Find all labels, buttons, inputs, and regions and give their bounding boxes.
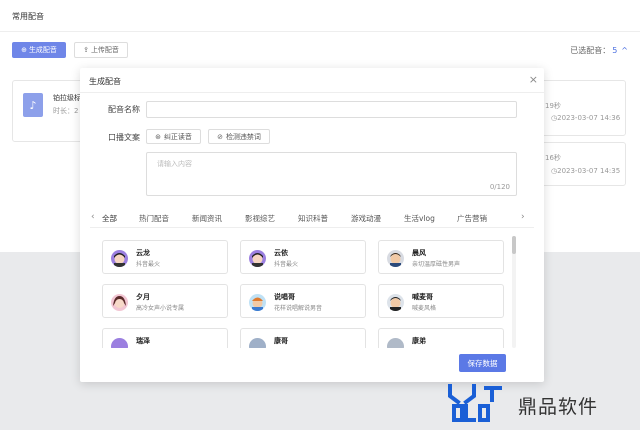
voice-card-kangge[interactable]: 康哥 bbox=[240, 328, 366, 348]
tab-variety[interactable]: 影视综艺 bbox=[245, 213, 275, 224]
tab-hot[interactable]: 热门配音 bbox=[139, 213, 169, 224]
voice-grid: 云龙 抖音最火 云依 抖音最火 晨风 亲切温厚磁性男声 夕月 高冷女声小说专属 … bbox=[102, 236, 514, 348]
voice-desc: 抖音最火 bbox=[136, 261, 161, 268]
pronunciation-icon: ⊛ bbox=[155, 132, 161, 141]
voice-grid-scrollbar[interactable] bbox=[512, 236, 516, 348]
voice-file-seconds: 19秒 bbox=[545, 102, 561, 110]
brand-logo-icon bbox=[448, 384, 502, 422]
voice-card-yunyi[interactable]: 云依 抖音最火 bbox=[240, 240, 366, 274]
plus-circle-icon: ⊕ bbox=[21, 46, 27, 54]
save-data-button[interactable]: 保存数据 bbox=[459, 354, 506, 372]
watermark: 鼎品软件 bbox=[444, 382, 640, 426]
voice-file-name: 铂拉级标 bbox=[53, 94, 81, 102]
selected-count: 已选配音： 5 ^ bbox=[570, 45, 628, 56]
voice-category-tabs: ‹ 全部 热门配音 新闻资讯 影视综艺 知识科普 游戏动漫 生活vlog 广告营… bbox=[90, 208, 534, 228]
voice-card-xiyue[interactable]: 夕月 高冷女声小说专属 bbox=[102, 284, 228, 318]
upload-voice-button[interactable]: ⇪ 上传配音 bbox=[74, 42, 128, 58]
script-label: 口播文案 bbox=[108, 133, 140, 142]
correct-pronunciation-label: 纠正读音 bbox=[163, 132, 192, 141]
chevron-up-icon[interactable]: ^ bbox=[621, 46, 628, 55]
voice-name-input[interactable] bbox=[146, 101, 517, 118]
voice-name: 云龙 bbox=[136, 249, 150, 257]
voice-desc: 抖音最火 bbox=[274, 261, 299, 268]
voice-name: 喊麦哥 bbox=[412, 293, 433, 301]
voice-desc: 高冷女声小说专属 bbox=[136, 305, 185, 312]
avatar-icon bbox=[111, 294, 128, 311]
voice-file-seconds: 16秒 bbox=[545, 154, 561, 162]
voice-card-kangdi[interactable]: 康弟 bbox=[378, 328, 504, 348]
chevron-right-icon[interactable]: › bbox=[521, 212, 525, 222]
avatar-icon bbox=[387, 294, 404, 311]
tab-all[interactable]: 全部 bbox=[102, 213, 117, 224]
voice-name: 夕月 bbox=[136, 293, 150, 301]
voice-file-date: ◷2023-03-07 14:36 bbox=[551, 114, 621, 122]
music-file-icon: ♪ bbox=[23, 93, 43, 117]
voice-desc: 喊麦风格 bbox=[412, 305, 437, 312]
voice-desc: 花样说唱解说男音 bbox=[274, 305, 323, 312]
avatar-icon bbox=[249, 338, 266, 348]
voice-name: 康哥 bbox=[274, 337, 288, 345]
voice-card-ruize[interactable]: 瑞泽 bbox=[102, 328, 228, 348]
avatar-icon bbox=[249, 250, 266, 267]
page-divider bbox=[0, 31, 640, 32]
voice-card-shuochang[interactable]: 说唱哥 花样说唱解说男音 bbox=[240, 284, 366, 318]
dialog-divider bbox=[80, 92, 544, 93]
scrollbar-thumb[interactable] bbox=[512, 236, 516, 254]
watermark-text: 鼎品软件 bbox=[518, 396, 599, 418]
selected-label: 已选配音： bbox=[570, 46, 611, 55]
tab-news[interactable]: 新闻资讯 bbox=[192, 213, 222, 224]
script-textarea[interactable]: 请输入内容 0/120 bbox=[146, 152, 517, 196]
voice-name: 晨风 bbox=[412, 249, 426, 257]
detect-banned-words-label: 检测违禁词 bbox=[225, 132, 261, 141]
voice-file-duration: 时长：2 bbox=[53, 107, 79, 115]
upload-icon: ⇪ bbox=[83, 46, 89, 54]
correct-pronunciation-button[interactable]: ⊛ 纠正读音 bbox=[146, 129, 201, 144]
voice-file-date: ◷2023-03-07 14:35 bbox=[551, 167, 621, 175]
selected-number: 5 bbox=[612, 46, 618, 55]
generate-voice-button[interactable]: ⊕ 生成配音 bbox=[12, 42, 66, 58]
generate-voice-label: 生成配音 bbox=[28, 46, 57, 54]
page-title: 常用配音 bbox=[12, 12, 44, 21]
voice-name: 瑞泽 bbox=[136, 337, 150, 345]
chevron-left-icon[interactable]: ‹ bbox=[91, 212, 95, 222]
avatar-icon bbox=[387, 250, 404, 267]
avatar-icon bbox=[111, 250, 128, 267]
voice-card-chenfeng[interactable]: 晨风 亲切温厚磁性男声 bbox=[378, 240, 504, 274]
voice-desc: 亲切温厚磁性男声 bbox=[412, 261, 461, 268]
voice-name-label: 配音名称 bbox=[108, 105, 140, 114]
voice-name: 康弟 bbox=[412, 337, 426, 345]
avatar-icon bbox=[249, 294, 266, 311]
avatar-icon bbox=[111, 338, 128, 348]
voice-name: 云依 bbox=[274, 249, 288, 257]
close-icon[interactable]: × bbox=[529, 74, 538, 85]
voice-card-yunlong[interactable]: 云龙 抖音最火 bbox=[102, 240, 228, 274]
dialog-title: 生成配音 bbox=[89, 77, 121, 86]
prohibited-icon: ⊘ bbox=[217, 132, 223, 141]
tab-ads[interactable]: 广告营销 bbox=[457, 213, 487, 224]
char-count: 0/120 bbox=[489, 183, 510, 191]
generate-voice-dialog: 生成配音 × 配音名称 口播文案 ⊛ 纠正读音 ⊘ 检测违禁词 请输入内容 0/… bbox=[80, 68, 544, 382]
voice-card-hanmai[interactable]: 喊麦哥 喊麦风格 bbox=[378, 284, 504, 318]
tab-vlog[interactable]: 生活vlog bbox=[404, 213, 435, 224]
detect-banned-words-button[interactable]: ⊘ 检测违禁词 bbox=[208, 129, 270, 144]
avatar-icon bbox=[387, 338, 404, 348]
upload-voice-label: 上传配音 bbox=[90, 46, 119, 54]
textarea-placeholder: 请输入内容 bbox=[157, 160, 192, 168]
tab-anime[interactable]: 游戏动漫 bbox=[351, 213, 381, 224]
tab-science[interactable]: 知识科普 bbox=[298, 213, 328, 224]
voice-name: 说唱哥 bbox=[274, 293, 295, 301]
